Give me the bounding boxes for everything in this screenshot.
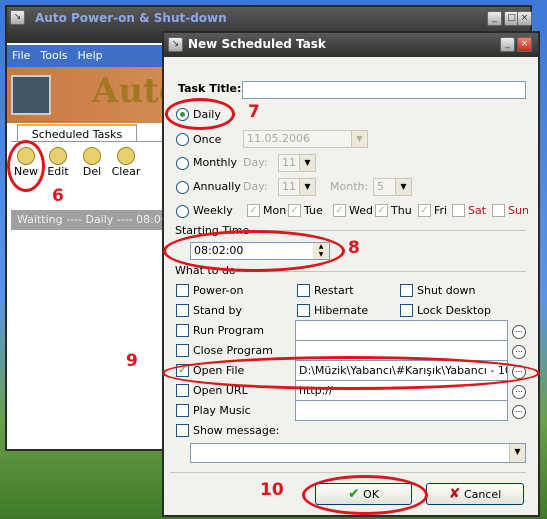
tab-scheduled-tasks[interactable]: Scheduled Tasks [17,124,137,142]
task-title-input[interactable] [242,81,526,99]
day-checkbox-sun[interactable] [492,204,505,217]
once-date-combo: 11.05.2006 ▼ [243,130,368,148]
annual-day-combo: 11 ▼ [278,178,316,196]
action-path-input[interactable] [295,400,508,421]
chevron-down-icon: ▼ [395,179,411,195]
show-message-label: Show message: [193,424,280,437]
day-checkbox-wed[interactable]: ✓ [333,204,346,217]
cancel-button[interactable]: ✘ Cancel [426,483,524,505]
action-label: Play Music [193,404,251,417]
once-radio[interactable] [176,133,189,146]
highlight-time [163,230,345,272]
action-checkbox[interactable] [176,344,189,357]
clear-button[interactable]: Clear [109,147,143,178]
menu-file[interactable]: File [7,45,35,66]
day-checkbox-fri[interactable]: ✓ [418,204,431,217]
action-label: Shut down [417,284,476,297]
edit-icon [49,147,67,165]
highlight-ok [302,475,428,515]
action-label: Run Program [193,324,265,337]
highlight-open-file [162,356,540,390]
annual-month-combo: 5 ▼ [373,178,412,196]
action-checkbox[interactable] [297,304,310,317]
annotation-8: 8 [348,238,360,258]
monthly-day-label: Day: [243,156,268,169]
action-label: Close Program [193,344,273,357]
action-checkbox[interactable] [176,284,189,297]
dialog-icon: ↘ [168,37,183,52]
chevron-down-icon: ▼ [299,179,315,195]
browse-button[interactable]: ... [512,345,526,359]
chevron-down-icon: ▼ [351,131,367,147]
monthly-radio[interactable] [176,157,189,170]
computer-icon [11,75,51,115]
monthly-day-combo: 11 ▼ [278,154,316,172]
message-combo[interactable]: ▼ [190,443,526,463]
menu-help[interactable]: Help [73,45,108,66]
action-checkbox[interactable] [400,304,413,317]
weekly-radio[interactable] [176,205,189,218]
minimize-button[interactable]: _ [487,11,502,26]
browse-button[interactable]: ... [512,405,526,419]
annual-day-label: Day: [243,180,268,193]
action-checkbox[interactable] [400,284,413,297]
menu-tools[interactable]: Tools [35,45,72,66]
close-button[interactable]: × [517,11,532,26]
chevron-down-icon: ▼ [299,155,315,171]
action-checkbox[interactable] [297,284,310,297]
month-label: Month: [330,180,369,193]
action-label: Hibernate [314,304,369,317]
annotation-9: 9 [126,351,138,371]
day-checkbox-tue[interactable]: ✓ [288,204,301,217]
action-label: Power-on [193,284,244,297]
del-button[interactable]: Del [77,147,107,178]
annotation-10: 10 [260,480,284,500]
highlight-daily [165,98,235,130]
action-label: Lock Desktop [417,304,491,317]
delete-icon [83,147,101,165]
day-label: Fri [434,204,448,217]
browse-button[interactable]: ... [512,325,526,339]
edit-button[interactable]: Edit [43,147,73,178]
day-label: Sat [468,204,487,217]
action-checkbox[interactable] [176,404,189,417]
show-message-checkbox[interactable] [176,424,189,437]
weekly-label: Weekly [193,204,233,217]
action-label: Stand by [193,304,242,317]
day-checkbox-mon[interactable]: ✓ [247,204,260,217]
action-checkbox[interactable] [176,324,189,337]
annotation-7: 7 [248,102,260,122]
task-title-label: Task Title: [178,82,242,95]
day-checkbox-sat[interactable] [452,204,465,217]
once-label: Once [193,133,222,146]
action-path-input[interactable] [295,320,508,341]
day-label: Thu [391,204,412,217]
day-checkbox-thu[interactable]: ✓ [375,204,388,217]
app-icon: ↘ [10,10,25,25]
day-label: Wed [349,204,373,217]
dialog-close-button[interactable]: × [517,37,532,52]
action-label: Restart [314,284,354,297]
dialog-minimize-button[interactable]: _ [500,37,515,52]
browse-button[interactable]: ... [512,385,526,399]
action-checkbox[interactable] [176,304,189,317]
day-label: Sun [508,204,529,217]
annually-label: Annually [193,180,241,193]
action-checkbox[interactable] [176,384,189,397]
highlight-new [7,140,45,192]
x-icon: ✘ [448,486,461,502]
dialog-title-bar: New Scheduled Task [164,33,538,57]
monthly-label: Monthly [193,156,238,169]
chevron-down-icon: ▼ [509,444,525,462]
day-label: Tue [304,204,323,217]
annotation-6: 6 [52,186,64,206]
annually-radio[interactable] [176,181,189,194]
clear-icon [117,147,135,165]
day-label: Mon [263,204,287,217]
